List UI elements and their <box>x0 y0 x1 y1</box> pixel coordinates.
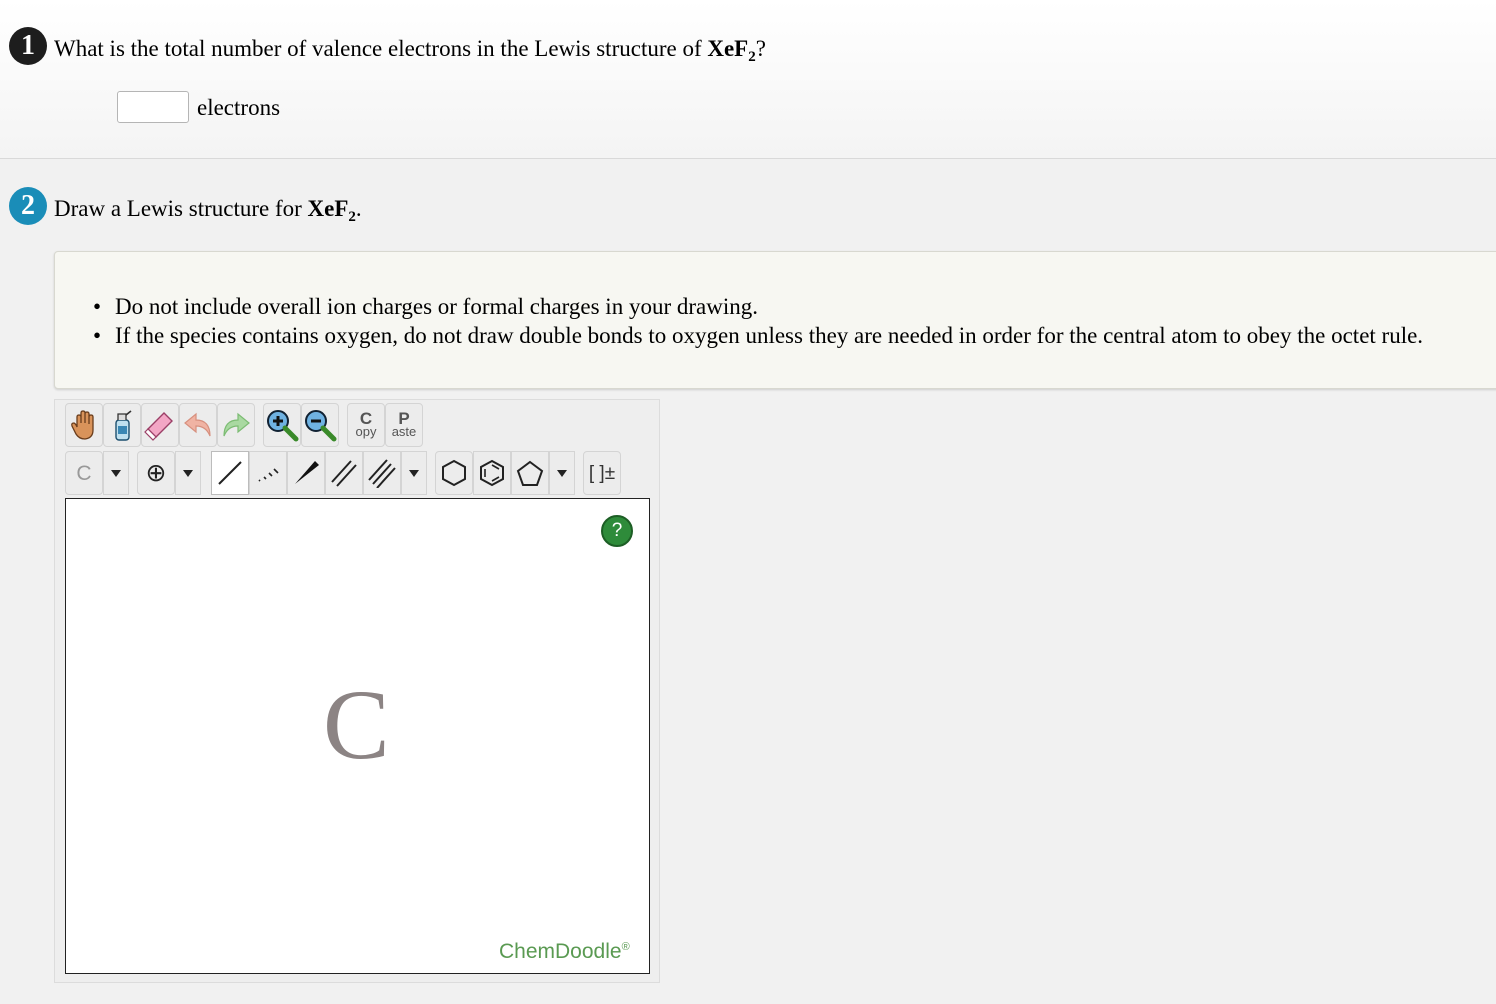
redo-button[interactable] <box>217 403 255 447</box>
bond-dropdown-button[interactable] <box>401 451 427 495</box>
bracket-charge-button[interactable]: [ ]± <box>583 451 621 495</box>
single-bond-icon <box>218 461 242 485</box>
instruction-item: If the species contains oxygen, do not d… <box>93 321 1423 350</box>
zoom-out-icon <box>305 410 337 442</box>
element-label-button[interactable]: C <box>65 451 103 495</box>
toolbar-bottom: C ⊕ []± <box>65 451 621 495</box>
single-bond-button[interactable] <box>211 451 249 495</box>
drawing-canvas[interactable]: C ? ChemDoodle® <box>65 498 650 974</box>
cyclohexane-button[interactable] <box>435 451 473 495</box>
charge-dropdown-button[interactable] <box>175 451 201 495</box>
instructions-list: Do not include overall ion charges or fo… <box>93 292 1423 350</box>
benzene-icon <box>480 459 504 487</box>
double-bond-button[interactable] <box>325 451 363 495</box>
question-number-badge: 1 <box>9 27 47 65</box>
chevron-down-icon <box>183 469 193 477</box>
wedge-bond-button[interactable] <box>287 451 325 495</box>
double-bond-icon <box>331 460 357 487</box>
question-1-text: What is the total number of valence elec… <box>54 36 766 65</box>
chevron-down-icon <box>557 469 567 477</box>
chemdoodle-logo: ChemDoodle® <box>499 940 630 963</box>
chemdoodle-sketcher: C opy P aste C ⊕ []± C ? ChemDoodle® <box>54 399 660 983</box>
canvas-atom-label[interactable]: C <box>323 675 390 775</box>
ring-dropdown-button[interactable] <box>549 451 575 495</box>
chevron-down-icon <box>409 469 419 477</box>
question-2-text: Draw a Lewis structure for XeF2. <box>54 196 362 225</box>
question-1-panel: 1 What is the total number of valence el… <box>0 0 1496 159</box>
hand-icon <box>71 410 94 440</box>
hashed-bond-icon <box>258 468 279 482</box>
zoom-out-button[interactable] <box>301 403 339 447</box>
formula: XeF2 <box>707 36 756 65</box>
copy-button[interactable]: C opy <box>347 403 385 447</box>
wedge-bond-icon <box>295 461 319 484</box>
unit-label: electrons <box>197 95 281 120</box>
hexagon-icon <box>442 459 466 487</box>
zoom-in-icon <box>267 410 299 442</box>
undo-button[interactable] <box>179 403 217 447</box>
valence-electrons-input[interactable] <box>117 91 189 123</box>
benzene-button[interactable] <box>473 451 511 495</box>
toolbar-top: C opy P aste <box>65 403 423 447</box>
question-number-badge: 2 <box>9 187 47 225</box>
charge-button[interactable]: ⊕ <box>137 451 175 495</box>
chevron-down-icon <box>111 469 121 477</box>
spray-bottle-icon <box>115 410 132 441</box>
help-button[interactable]: ? <box>601 515 633 547</box>
pan-hand-button[interactable] <box>65 403 103 447</box>
pentagon-icon <box>516 460 544 486</box>
element-dropdown-button[interactable] <box>103 451 129 495</box>
triple-bond-button[interactable] <box>363 451 401 495</box>
question-2-panel: 2 Draw a Lewis structure for XeF2. Do no… <box>0 159 1496 1004</box>
undo-arrow-icon <box>184 412 211 437</box>
eraser-icon <box>144 412 173 441</box>
eraser-button[interactable] <box>141 403 179 447</box>
question-mark-icon: ? <box>611 520 623 541</box>
paste-button[interactable]: P aste <box>385 403 423 447</box>
redo-arrow-icon <box>223 412 250 437</box>
instructions-box: Do not include overall ion charges or fo… <box>54 251 1496 389</box>
cyclopentane-button[interactable] <box>511 451 549 495</box>
zoom-in-button[interactable] <box>263 403 301 447</box>
hashed-bond-button[interactable] <box>249 451 287 495</box>
clear-button[interactable] <box>103 403 141 447</box>
formula: XeF2 <box>307 196 356 225</box>
instruction-item: Do not include overall ion charges or fo… <box>93 292 1423 321</box>
triple-bond-icon <box>368 459 396 488</box>
